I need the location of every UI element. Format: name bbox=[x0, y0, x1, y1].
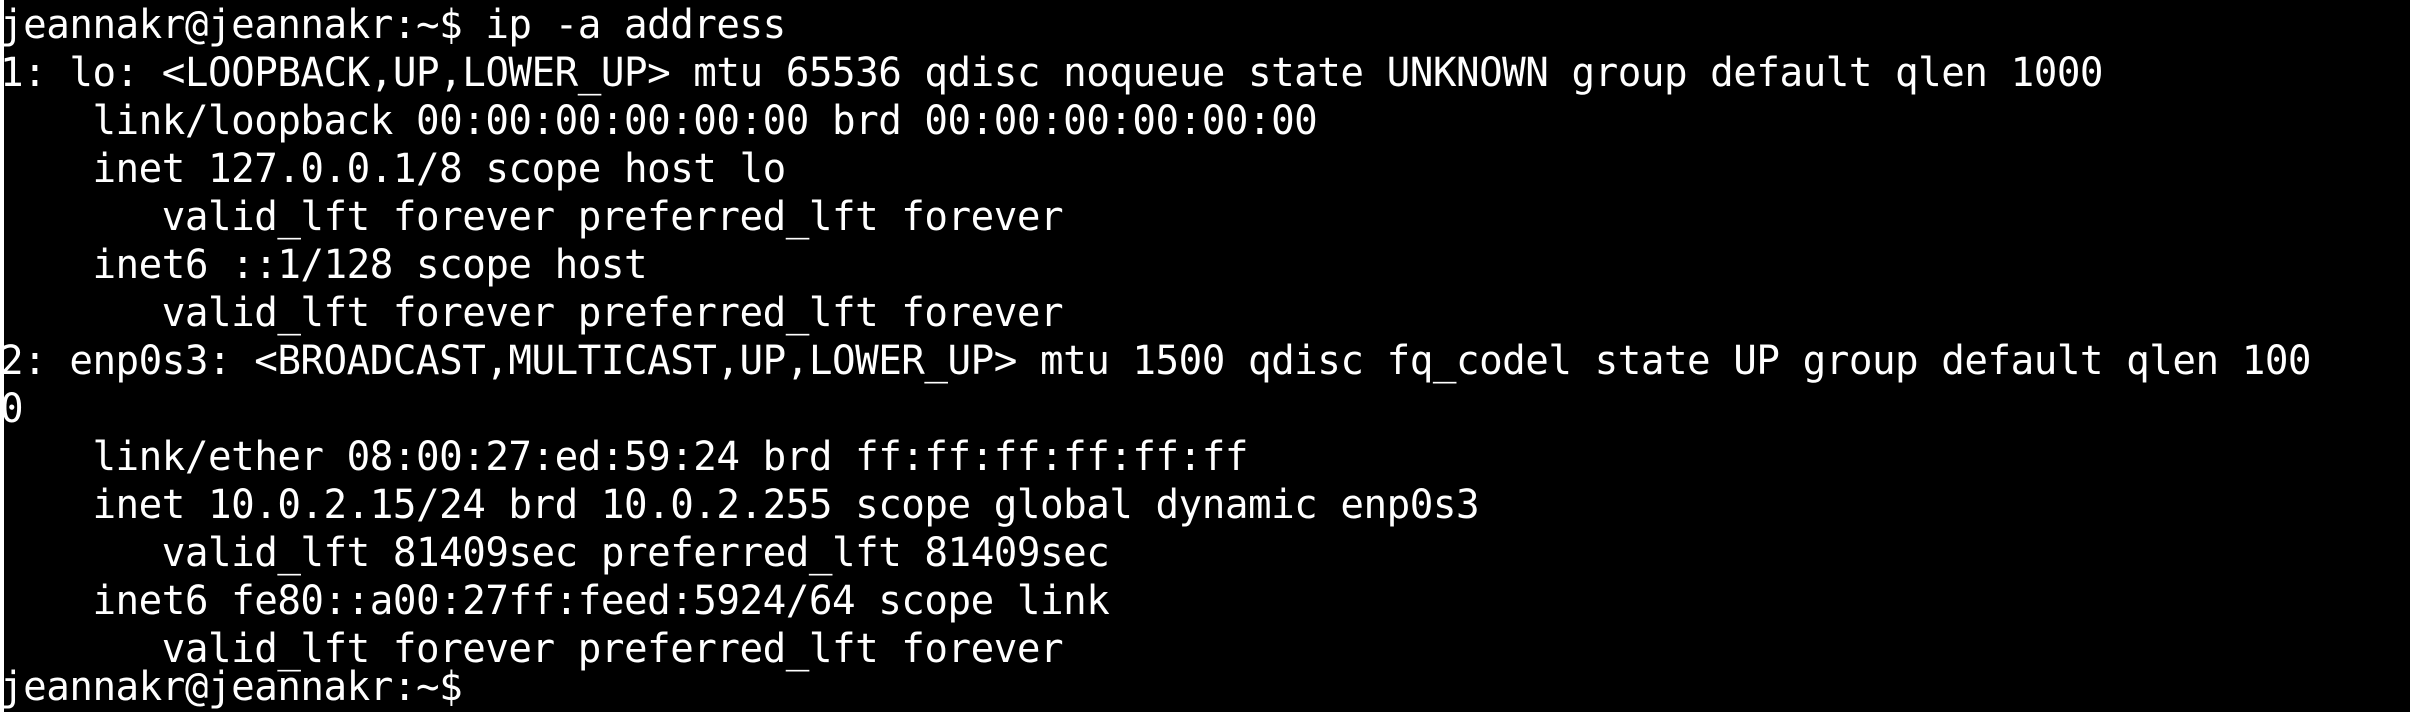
terminal-line-enp0s3-header-wrap: 0 bbox=[0, 386, 24, 432]
terminal-line-command: jeannakr@jeannakr:~$ ip -a address bbox=[0, 2, 786, 48]
terminal-line-lo-inet-lft: valid_lft forever preferred_lft forever bbox=[0, 194, 1064, 240]
terminal-line-lo-inet6: inet6 ::1/128 scope host bbox=[0, 242, 648, 288]
terminal-window[interactable]: jeannakr@jeannakr:~$ ip -a address 1: lo… bbox=[0, 0, 2410, 712]
terminal-line-lo-link: link/loopback 00:00:00:00:00:00 brd 00:0… bbox=[0, 98, 1318, 144]
terminal-line-enp0s3-header: 2: enp0s3: <BROADCAST,MULTICAST,UP,LOWER… bbox=[0, 338, 2312, 384]
terminal-line-lo-header: 1: lo: <LOOPBACK,UP,LOWER_UP> mtu 65536 … bbox=[0, 50, 2104, 96]
terminal-line-lo-inet6-lft: valid_lft forever preferred_lft forever bbox=[0, 290, 1064, 336]
terminal-line-enp0s3-inet6: inet6 fe80::a00:27ff:feed:5924/64 scope … bbox=[0, 578, 1110, 624]
terminal-line-lo-inet: inet 127.0.0.1/8 scope host lo bbox=[0, 146, 786, 192]
terminal-line-prompt[interactable]: jeannakr@jeannakr:~$ bbox=[0, 663, 463, 711]
terminal-line-enp0s3-inet-lft: valid_lft 81409sec preferred_lft 81409se… bbox=[0, 530, 1110, 576]
terminal-line-enp0s3-inet: inet 10.0.2.15/24 brd 10.0.2.255 scope g… bbox=[0, 482, 1480, 528]
terminal-line-enp0s3-link: link/ether 08:00:27:ed:59:24 brd ff:ff:f… bbox=[0, 434, 1248, 480]
